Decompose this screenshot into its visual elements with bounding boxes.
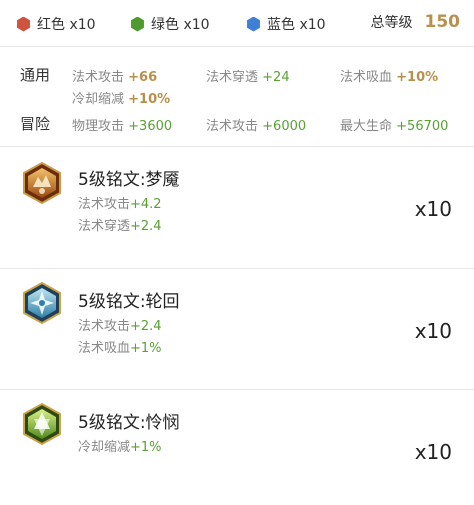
stat-name: 法术穿透 xyxy=(206,70,259,85)
stat-name: 最大生命 xyxy=(340,119,393,134)
general-stat: 冷却缩减 +10% xyxy=(72,88,170,107)
general-stat: 法术吸血 +10% xyxy=(340,66,438,85)
adventure-stat: 最大生命 +56700 xyxy=(340,115,448,134)
stat-value: +24 xyxy=(262,70,290,85)
stat-value: +56700 xyxy=(396,119,449,134)
blue-gem-label: 蓝色 x10 xyxy=(267,17,326,33)
attr-name: 冷却缩减 xyxy=(78,440,131,455)
rune-count: x10 xyxy=(414,197,452,221)
total-level-value: 150 xyxy=(424,12,461,32)
adventure-stat: 法术攻击 +6000 xyxy=(206,115,306,134)
rune-title: 5级铭文:怜悯 xyxy=(78,413,180,433)
rune-item-samsara[interactable]: 5级铭文:轮回 法术攻击+2.4 法术吸血+1% x10 xyxy=(0,269,474,389)
attr-name: 法术吸血 xyxy=(78,341,131,356)
divider xyxy=(0,46,474,47)
general-stats-row-1: 通用 法术攻击 +66 法术穿透 +24 法术吸血 +10% xyxy=(0,64,474,86)
stat-value: +66 xyxy=(128,70,158,85)
rune-attr: 法术吸血+1% xyxy=(78,337,162,356)
attr-name: 法术穿透 xyxy=(78,219,131,234)
general-label: 通用 xyxy=(20,66,51,84)
rune-item-nightmare[interactable]: 5级铭文:梦魇 法术攻击+4.2 法术穿透+2.4 x10 xyxy=(0,147,474,267)
attr-value: +2.4 xyxy=(130,219,162,234)
green-gem-label: 绿色 x10 xyxy=(151,17,210,33)
red-gem-count: 红色 x10 xyxy=(16,14,96,34)
total-level-label: 总等级 xyxy=(370,15,413,31)
general-stat: 法术穿透 +24 xyxy=(206,66,290,85)
green-gem-icon xyxy=(131,16,144,32)
rune-attr: 法术攻击+2.4 xyxy=(78,315,162,334)
stat-value: +10% xyxy=(128,92,171,107)
general-stats-row-2: 冷却缩减 +10% xyxy=(0,88,474,110)
mercy-rune-icon xyxy=(23,402,61,446)
stat-name: 法术攻击 xyxy=(72,70,125,85)
rune-title: 5级铭文:轮回 xyxy=(78,292,180,312)
blue-gem-icon xyxy=(247,16,260,32)
rune-attr: 法术攻击+4.2 xyxy=(78,193,162,212)
adventure-label: 冒险 xyxy=(20,115,51,133)
rune-count: x10 xyxy=(414,440,452,464)
stat-value: +3600 xyxy=(128,119,173,134)
attr-value: +1% xyxy=(130,440,162,455)
attr-value: +1% xyxy=(130,341,162,356)
stat-name: 冷却缩减 xyxy=(72,92,125,107)
general-stat: 法术攻击 +66 xyxy=(72,66,157,85)
blue-gem-count: 蓝色 x10 xyxy=(246,14,326,34)
samsara-rune-icon xyxy=(23,281,61,325)
red-gem-icon xyxy=(17,16,30,32)
total-level: 总等级 150 xyxy=(371,12,461,32)
rune-item-mercy[interactable]: 5级铭文:怜悯 冷却缩减+1% x10 xyxy=(0,390,474,505)
green-gem-count: 绿色 x10 xyxy=(130,14,210,34)
adventure-stats-row: 冒险 物理攻击 +3600 法术攻击 +6000 最大生命 +56700 xyxy=(0,113,474,135)
stat-name: 物理攻击 xyxy=(72,119,125,134)
stat-value: +10% xyxy=(396,70,439,85)
red-gem-label: 红色 x10 xyxy=(37,17,96,33)
attr-name: 法术攻击 xyxy=(78,197,131,212)
stat-name: 法术攻击 xyxy=(206,119,259,134)
adventure-stat: 物理攻击 +3600 xyxy=(72,115,172,134)
rune-title: 5级铭文:梦魇 xyxy=(78,170,180,190)
stat-value: +6000 xyxy=(262,119,307,134)
rune-count: x10 xyxy=(414,319,452,343)
stat-name: 法术吸血 xyxy=(340,70,393,85)
rune-attr: 冷却缩减+1% xyxy=(78,436,162,455)
attr-value: +2.4 xyxy=(130,319,162,334)
nightmare-rune-icon xyxy=(23,161,61,205)
attr-name: 法术攻击 xyxy=(78,319,131,334)
rune-attr: 法术穿透+2.4 xyxy=(78,215,162,234)
attr-value: +4.2 xyxy=(130,197,162,212)
gem-summary-bar: 红色 x10 绿色 x10 蓝色 x10 总等级 150 xyxy=(0,0,474,46)
